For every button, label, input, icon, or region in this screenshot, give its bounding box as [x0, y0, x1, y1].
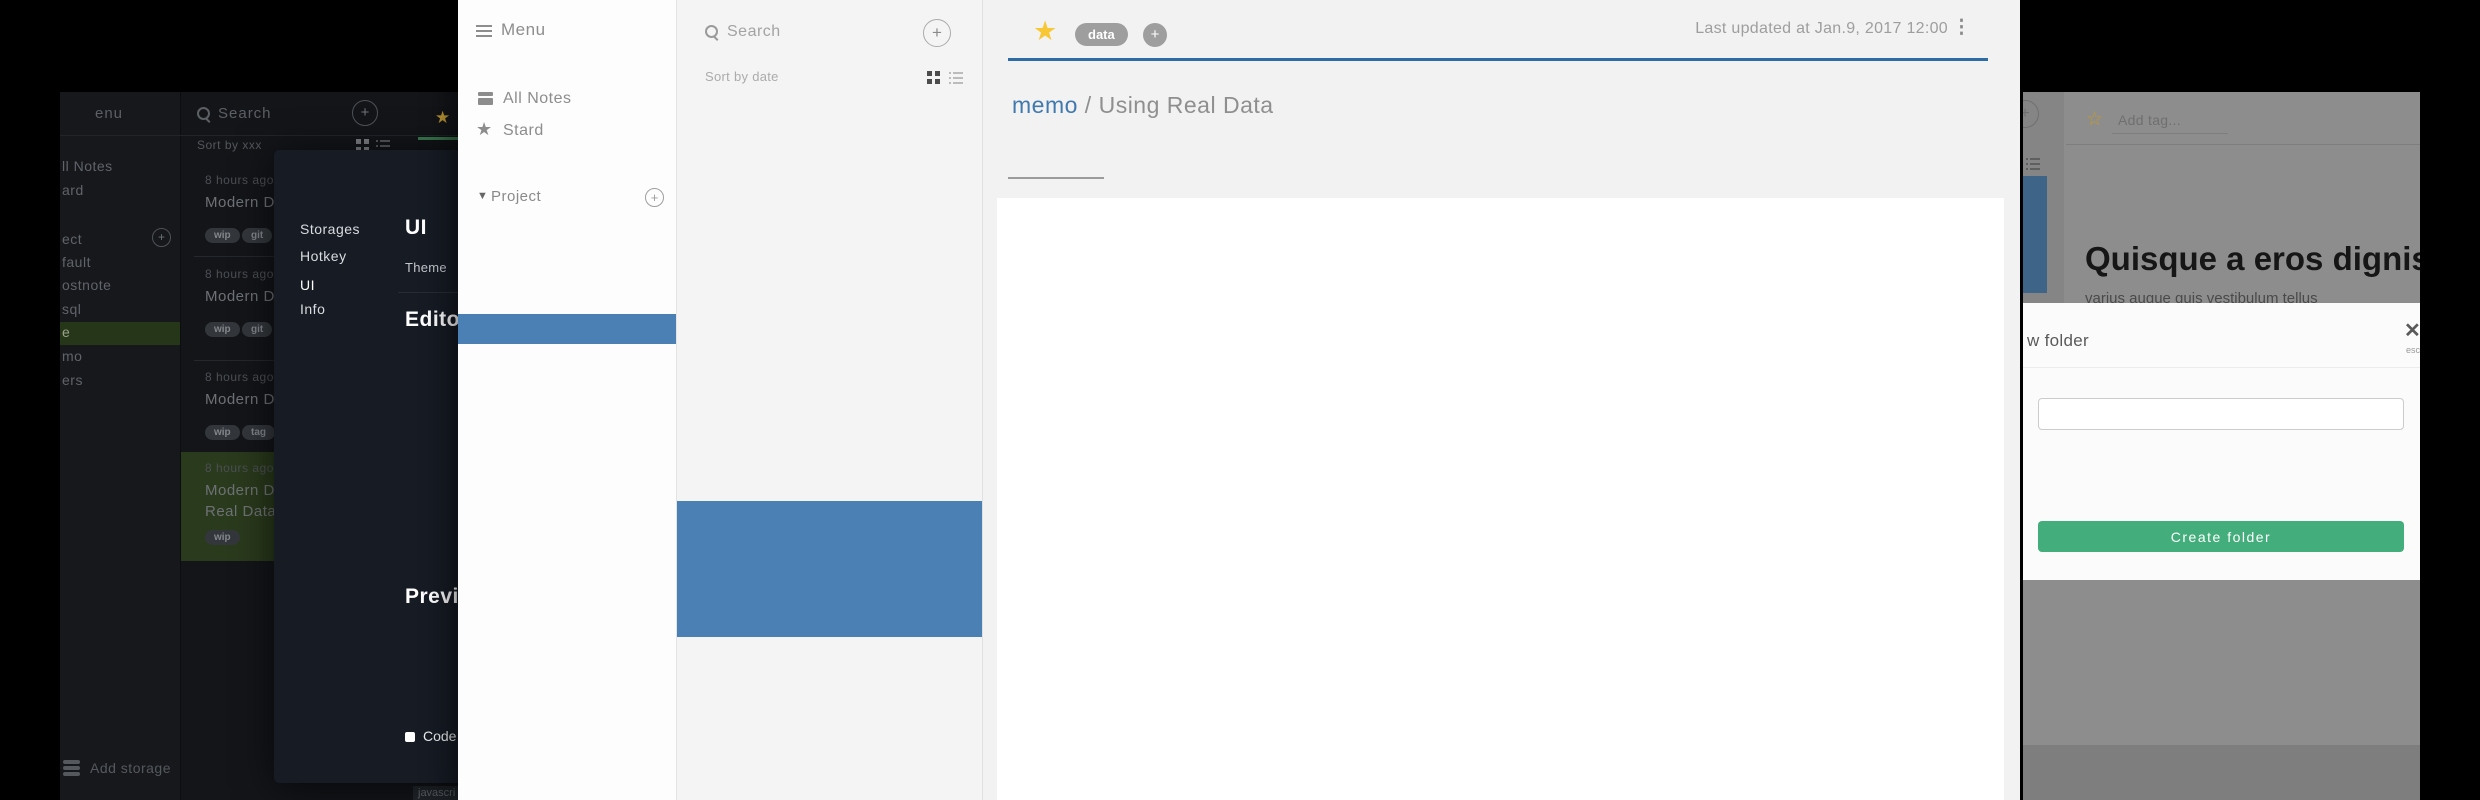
modal-title: w folder	[2027, 331, 2089, 350]
grid-view-icon[interactable]	[927, 71, 941, 85]
sidebar-project-label[interactable]: Project	[491, 188, 541, 205]
sidebar-item[interactable]: ard	[62, 182, 84, 198]
menu-label[interactable]: Menu	[501, 20, 546, 40]
main-app-window: Menu All Notes ★ Stard ▼ Project + Searc…	[458, 0, 2020, 800]
sort-by-date[interactable]: Sort by date	[705, 69, 779, 84]
caret-down-icon[interactable]: ▼	[477, 190, 488, 202]
new-note-button[interactable]: +	[923, 19, 951, 47]
add-tag-underline	[2112, 133, 2228, 134]
active-tab-underline	[1008, 177, 1104, 179]
note-tag-badge[interactable]: git	[242, 228, 273, 243]
header-rule	[1008, 58, 1988, 61]
left-sidebar	[60, 92, 181, 800]
modal-divider	[2023, 367, 2420, 368]
note-tag-badge[interactable]: wip	[205, 425, 240, 440]
settings-checkbox[interactable]	[405, 732, 415, 742]
breadcrumb-folder[interactable]: memo	[1012, 92, 1078, 118]
settings-nav-item[interactable]: Hotkey	[300, 248, 347, 264]
left-sort-label[interactable]: Sort by xxx	[197, 138, 262, 152]
right-app-window: + ☆ Add tag... Quisque a eros dignissim …	[2023, 92, 2420, 800]
note-timestamp: 8 hours ago	[205, 267, 274, 281]
left-search-input[interactable]: Search	[218, 105, 272, 122]
search-icon	[197, 107, 210, 120]
sidebar-item-starred[interactable]: Stard	[503, 122, 544, 140]
list-view-icon[interactable]	[949, 72, 963, 84]
favorite-star-outline-icon[interactable]: ☆	[2086, 108, 2103, 131]
esc-hint: esc	[2406, 345, 2420, 355]
left-active-tab-underline	[418, 137, 458, 140]
note-tag-badge[interactable]: wip	[205, 322, 240, 337]
favorite-star-icon[interactable]: ★	[1033, 16, 1057, 47]
kebab-menu-icon[interactable]: ⋮	[1952, 16, 1971, 39]
note-timestamp: 8 hours ago	[205, 370, 274, 384]
add-storage-button[interactable]: Add storage	[90, 760, 171, 776]
star-icon: ★	[476, 119, 493, 139]
note-timestamp: 8 hours ago	[205, 173, 274, 187]
sidebar-item-folder[interactable]: fault	[62, 254, 91, 270]
note-title: Using Real Data	[1098, 92, 1274, 118]
code-editor[interactable]	[997, 198, 2004, 800]
new-folder-modal: w folder ✕ esc Create folder	[2023, 303, 2420, 580]
left-star-tab-icon[interactable]: ★	[435, 108, 450, 128]
breadcrumb-separator: /	[1077, 92, 1099, 118]
sidebar-item-folder[interactable]: e	[62, 324, 70, 340]
selected-note-highlight	[2023, 176, 2047, 293]
settings-ui-heading: UI	[405, 216, 427, 239]
header-divider	[2066, 144, 2420, 145]
selected-note-highlight	[677, 501, 982, 637]
storage-icon	[63, 760, 83, 776]
left-menu-label[interactable]: enu	[95, 105, 123, 122]
note-tag-badge[interactable]: wip	[205, 228, 240, 243]
settings-nav-item[interactable]: UI	[300, 277, 315, 293]
note-tag-badge[interactable]: tag	[242, 425, 275, 440]
add-folder-button[interactable]: +	[645, 188, 664, 207]
sidebar-item-all-notes[interactable]: All Notes	[503, 90, 572, 108]
selected-folder-highlight	[458, 314, 676, 344]
last-updated-label: Last updated at Jan.9, 2017 12:00	[1695, 20, 1948, 37]
list-view-icon[interactable]	[2026, 158, 2040, 170]
note-tag-badge[interactable]: git	[242, 322, 273, 337]
add-folder-button[interactable]: +	[152, 228, 171, 247]
settings-modal: Storages Hotkey UI Info UI Theme Editor Pre…	[274, 150, 474, 783]
sidebar-item-folder[interactable]: sql	[62, 301, 81, 317]
settings-nav-item[interactable]: Info	[300, 301, 325, 317]
add-tag-button[interactable]: +	[1143, 23, 1167, 47]
hamburger-icon[interactable]	[476, 25, 492, 37]
code-language-label: javascri	[413, 786, 458, 800]
settings-theme-row[interactable]: Theme	[405, 260, 447, 275]
search-icon	[705, 25, 718, 38]
sidebar-item-folder[interactable]: ostnote	[62, 277, 111, 293]
note-timestamp: 8 hours ago	[205, 461, 274, 475]
main-note-list: Search + Sort by date	[677, 0, 983, 800]
settings-nav-item[interactable]: Storages	[300, 221, 360, 237]
sidebar-item-folder[interactable]: mo	[62, 348, 82, 364]
note-tag-badge[interactable]: wip	[205, 530, 240, 545]
add-tag-input[interactable]: Add tag...	[2118, 112, 2181, 128]
left-new-note-button[interactable]: +	[352, 100, 378, 126]
note-tag-badge[interactable]: data	[1075, 23, 1128, 46]
sidebar-item[interactable]: ll Notes	[62, 158, 113, 174]
folder-name-input[interactable]	[2038, 398, 2404, 430]
note-heading: Quisque a eros dignissim	[2085, 240, 2420, 277]
selected-folder-highlight	[60, 322, 180, 345]
note-title[interactable]: Real Data	[205, 503, 276, 520]
search-input[interactable]: Search	[727, 23, 781, 41]
sidebar-project-label[interactable]: ect	[62, 231, 82, 247]
bottom-shade	[2023, 745, 2420, 800]
main-sidebar: Menu All Notes ★ Stard ▼ Project +	[458, 0, 677, 800]
close-icon[interactable]: ✕	[2404, 318, 2420, 343]
create-folder-button[interactable]: Create folder	[2038, 521, 2404, 552]
sidebar-item-folder[interactable]: ers	[62, 372, 83, 388]
all-notes-icon	[478, 92, 494, 105]
breadcrumb: memo / Using Real Data	[1012, 92, 1274, 119]
